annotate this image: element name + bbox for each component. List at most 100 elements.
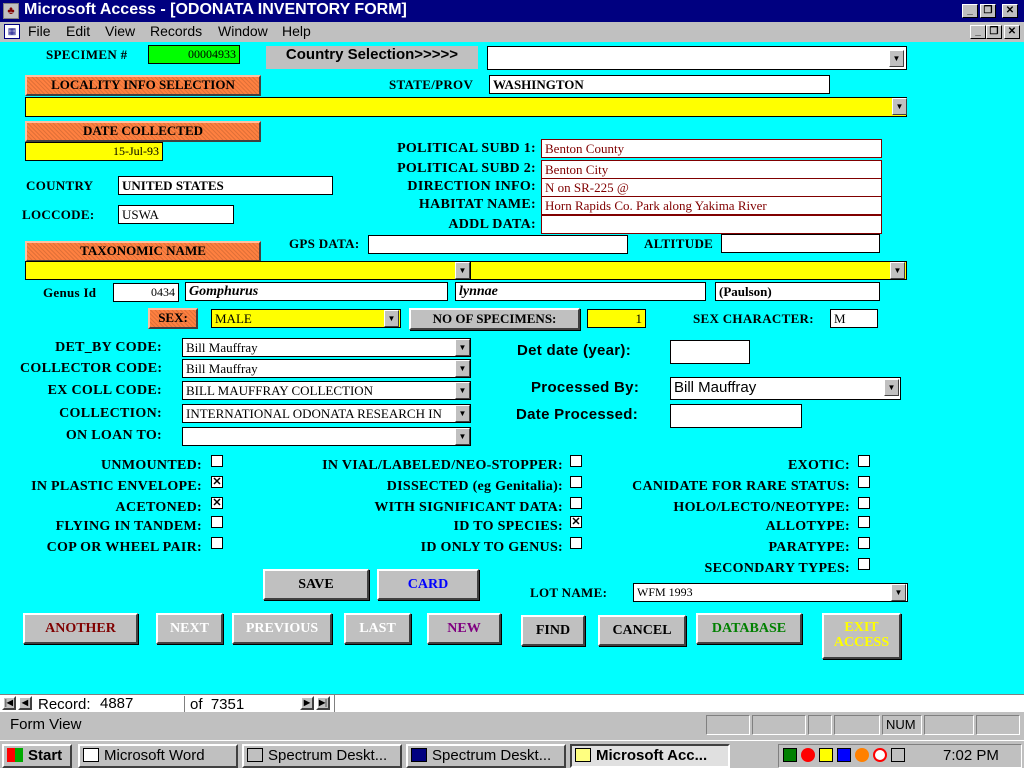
country-field[interactable]: UNITED STATES [118,176,333,195]
cancel-button[interactable]: CANCEL [598,615,686,646]
doc-icon[interactable]: ▦ [4,24,20,39]
altitude-field[interactable] [721,234,880,253]
lot-name-combo[interactable]: WFM 1993 [633,583,908,602]
exit-access-button[interactable]: EXIT ACCESS [822,613,901,659]
tray-icon-7[interactable] [891,748,905,762]
processed-by-dropdown-arrow[interactable]: ▼ [884,379,899,396]
cop-wheel-checkbox[interactable] [211,537,223,549]
database-button[interactable]: DATABASE [696,613,802,644]
author-field[interactable]: (Paulson) [715,282,880,301]
close-button[interactable]: ✕ [1002,4,1018,18]
save-button[interactable]: SAVE [263,569,369,600]
political-subd2-field[interactable]: Benton City [541,160,882,179]
on-loan-dropdown-arrow[interactable]: ▼ [455,428,470,445]
addl-data-field[interactable] [541,215,882,234]
task-microsoft-access[interactable]: Microsoft Acc... [570,744,730,768]
start-button[interactable]: Start [2,744,72,768]
locality-info-button[interactable]: LOCALITY INFO SELECTION [25,75,261,96]
taxonomic-genus-dropdown-arrow[interactable]: ▼ [455,262,470,279]
paratype-checkbox[interactable] [858,537,870,549]
country-dropdown-arrow[interactable]: ▼ [889,50,904,67]
processed-by-combo[interactable]: Bill Mauffray [670,377,901,400]
country-selection-combo[interactable] [487,46,907,70]
date-collected-button[interactable]: DATE COLLECTED [25,121,261,142]
record-number-field[interactable]: 4887 [100,696,185,712]
tray-icon-3[interactable] [819,748,833,762]
det-by-dropdown-arrow[interactable]: ▼ [455,339,470,356]
political-subd1-field[interactable]: Benton County [541,139,882,158]
unmounted-checkbox[interactable] [211,455,223,467]
taxonomic-species-dropdown-arrow[interactable]: ▼ [890,262,905,279]
lot-name-dropdown-arrow[interactable]: ▼ [891,584,906,601]
first-record-button[interactable]: |◀ [2,696,16,710]
menu-file[interactable]: File [28,23,51,39]
task-microsoft-word[interactable]: Microsoft Word [78,744,238,768]
restore-button[interactable]: ❐ [980,4,996,18]
next-record-button[interactable]: ▶ [300,696,314,710]
doc-restore-button[interactable]: ❐ [986,25,1002,39]
acetoned-checkbox[interactable]: ✕ [211,497,223,509]
minimize-button[interactable]: _ [962,4,978,18]
gps-data-field[interactable] [368,235,628,254]
ex-coll-code-dropdown-arrow[interactable]: ▼ [455,382,470,399]
task-spectrum-2[interactable]: Spectrum Deskt... [406,744,566,768]
find-button[interactable]: FIND [521,615,585,646]
menu-edit[interactable]: Edit [66,23,90,39]
specimen-number-field[interactable]: 00004933 [148,45,240,64]
holotype-checkbox[interactable] [858,497,870,509]
country-selection-button[interactable]: Country Selection>>>>> [266,46,478,69]
locality-dropdown-arrow[interactable]: ▼ [892,98,907,115]
collector-code-dropdown-arrow[interactable]: ▼ [455,360,470,377]
another-button[interactable]: ANOTHER [23,613,138,644]
det-by-combo[interactable]: Bill Mauffray [182,338,471,357]
menu-records[interactable]: Records [150,23,202,39]
previous-button[interactable]: PREVIOUS [232,613,332,644]
tray-icon-1[interactable] [783,748,797,762]
secondary-types-checkbox[interactable] [858,558,870,570]
exotic-checkbox[interactable] [858,455,870,467]
last-button[interactable]: LAST [344,613,411,644]
prev-record-button[interactable]: ◀ [18,696,32,710]
next-button[interactable]: NEXT [156,613,223,644]
locality-combo[interactable] [25,97,907,117]
plastic-envelope-checkbox[interactable]: ✕ [211,476,223,488]
sex-combo[interactable]: MALE [211,309,401,328]
no-of-specimens-button[interactable]: NO OF SPECIMENS: [409,308,580,330]
significant-data-checkbox[interactable] [570,497,582,509]
habitat-name-field[interactable]: Horn Rapids Co. Park along Yakima River [541,196,882,215]
on-loan-combo[interactable] [182,427,471,446]
allotype-checkbox[interactable] [858,516,870,528]
collection-combo[interactable]: INTERNATIONAL ODONATA RESEARCH IN [182,404,471,423]
loccode-field[interactable]: USWA [118,205,234,224]
species-field[interactable]: lynnae [455,282,706,301]
clock[interactable]: 7:02 PM [943,747,999,764]
menu-view[interactable]: View [105,23,135,39]
genus-id-field[interactable]: 0434 [113,283,179,302]
collector-code-combo[interactable]: Bill Mauffray [182,359,471,378]
rare-status-checkbox[interactable] [858,476,870,488]
dissected-checkbox[interactable] [570,476,582,488]
task-spectrum-1[interactable]: Spectrum Deskt... [242,744,402,768]
date-processed-field[interactable] [670,404,802,428]
collection-dropdown-arrow[interactable]: ▼ [455,405,470,422]
last-record-button[interactable]: ▶| [316,696,330,710]
ex-coll-code-combo[interactable]: BILL MAUFFRAY COLLECTION [182,381,471,400]
doc-close-button[interactable]: ✕ [1004,25,1020,39]
tray-icon-2[interactable] [801,748,815,762]
menu-help[interactable]: Help [282,23,311,39]
menu-window[interactable]: Window [218,23,268,39]
access-app-icon[interactable]: ♣ [3,3,19,19]
taxonomic-name-button[interactable]: TAXONOMIC NAME [25,241,261,262]
state-prov-field[interactable]: WASHINGTON [489,75,830,94]
direction-info-field[interactable]: N on SR-225 @ [541,178,882,197]
tray-icon-6[interactable] [873,748,887,762]
tray-icon-5[interactable] [855,748,869,762]
card-button[interactable]: CARD [377,569,479,600]
sex-character-field[interactable]: M [830,309,878,328]
in-vial-checkbox[interactable] [570,455,582,467]
tray-icon-4[interactable] [837,748,851,762]
new-button[interactable]: NEW [427,613,501,644]
sex-button[interactable]: SEX: [148,308,198,329]
det-date-field[interactable] [670,340,750,364]
taxonomic-genus-combo[interactable] [25,261,471,280]
